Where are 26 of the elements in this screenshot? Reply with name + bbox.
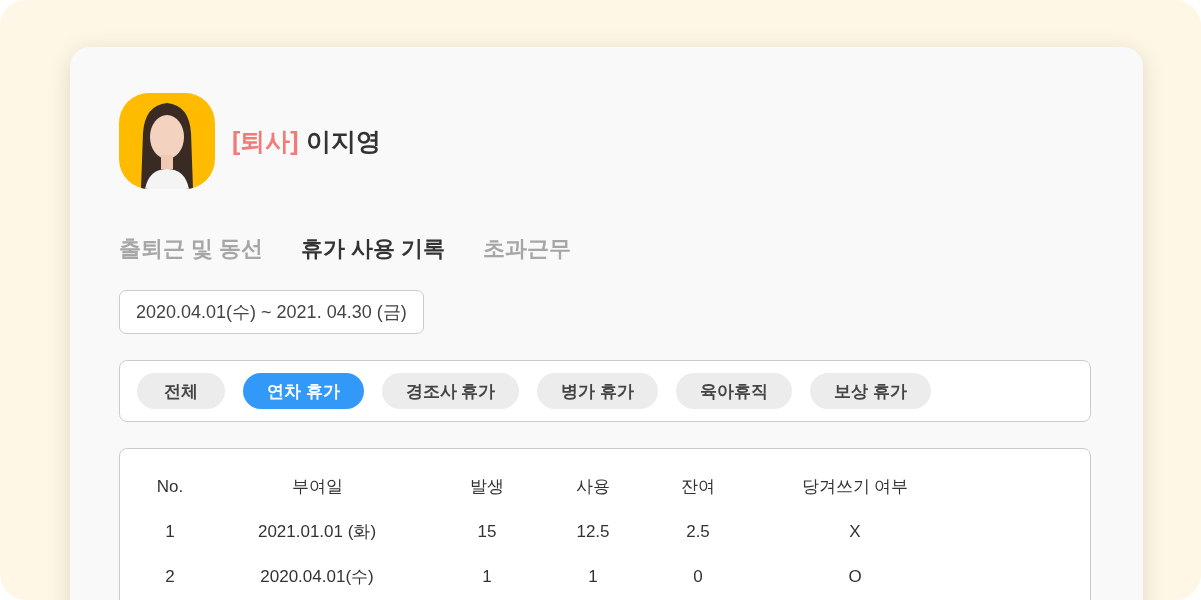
- table-cell: O: [848, 566, 862, 587]
- column-header: 발생: [470, 476, 504, 498]
- table-cell: 1: [588, 566, 598, 587]
- employee-name: [퇴사] 이지영: [232, 125, 381, 157]
- table-cell: 1: [165, 521, 175, 542]
- column-header: No.: [156, 476, 184, 497]
- table-cell: 12.5: [576, 521, 610, 542]
- date-range-field[interactable]: 2020.04.01(수) ~ 2021. 04.30 (금): [119, 290, 424, 334]
- filter-chip[interactable]: 경조사 휴가: [381, 373, 520, 409]
- table-cell: X: [849, 521, 861, 542]
- filter-chip[interactable]: 보상 휴가: [810, 373, 931, 409]
- table-cell: 0: [693, 566, 703, 587]
- filter-chip[interactable]: 전체: [137, 373, 225, 409]
- table-cell-text: 2021.01.01 (화): [257, 521, 377, 543]
- column-header: 부여일: [291, 476, 343, 498]
- filter-chip[interactable]: 육아휴직: [676, 373, 793, 409]
- table-cell: 2.5: [686, 521, 710, 542]
- filter-chip[interactable]: 병가 휴가: [537, 373, 659, 409]
- table-cell-text: 2020.04.01(수): [260, 566, 374, 588]
- column-header: 당겨쓰기 여부: [801, 476, 909, 498]
- table-cell: 15: [477, 521, 497, 542]
- table-cell: 1: [482, 566, 492, 587]
- column-header: 잔여: [681, 476, 715, 498]
- tab[interactable]: 휴가 사용 기록: [301, 234, 446, 264]
- column-header: 사용: [576, 476, 610, 498]
- table-cell: 2: [165, 566, 175, 587]
